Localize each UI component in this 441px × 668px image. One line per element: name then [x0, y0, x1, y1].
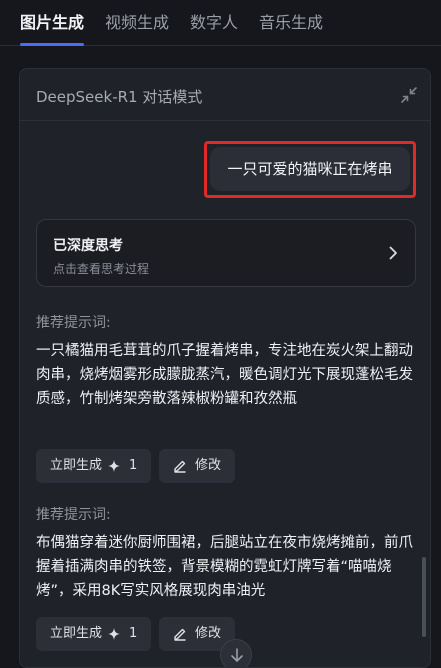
- tab-video-generation[interactable]: 视频生成: [105, 9, 169, 33]
- prompt-label: 推荐提示词:: [36, 507, 111, 523]
- tab-music-generation[interactable]: 音乐生成: [259, 9, 323, 33]
- generate-now-button[interactable]: 立即生成 1: [36, 449, 151, 483]
- generate-now-button[interactable]: 立即生成 1: [36, 617, 151, 651]
- panel-header: DeepSeek-R1 对话模式: [20, 69, 430, 121]
- generate-label: 立即生成: [50, 626, 103, 641]
- scroll-down-button[interactable]: [220, 639, 252, 667]
- deep-thinking-title: 已深度思考: [53, 238, 123, 254]
- chevron-down-icon: [231, 648, 243, 663]
- edit-label: 修改: [195, 626, 222, 641]
- pencil-icon: [174, 460, 186, 473]
- prompt-text: 布偶猫穿着迷你厨师围裙，后腿站立在夜市烧烤摊前，前爪握着插满肉串的铁签，背景模糊…: [36, 535, 413, 599]
- sparkle-icon: [108, 628, 120, 640]
- collapse-button[interactable]: [400, 86, 418, 104]
- credit-cost: 1: [129, 626, 138, 641]
- tab-image-generation[interactable]: 图片生成: [20, 9, 84, 33]
- generate-label: 立即生成: [50, 458, 103, 473]
- edit-label: 修改: [195, 458, 222, 473]
- edit-button[interactable]: 修改: [159, 449, 235, 483]
- active-tab-indicator: [20, 43, 84, 46]
- chat-panel: DeepSeek-R1 对话模式 一只可爱的猫咪正在烤串 已深度思考 点击查看思…: [19, 68, 431, 668]
- panel-title: DeepSeek-R1 对话模式: [36, 88, 203, 106]
- tab-digital-human[interactable]: 数字人: [190, 9, 238, 33]
- credit-cost: 1: [129, 458, 138, 473]
- deep-thinking-card[interactable]: 已深度思考 点击查看思考过程: [36, 219, 416, 287]
- tab-bar: 图片生成 视频生成 数字人 音乐生成: [0, 0, 441, 46]
- sparkle-icon: [108, 460, 120, 472]
- prompt-result-1: 推荐提示词: 一只橘猫用毛茸茸的爪子握着烤串，专注地在炭火架上翻动肉串，烧烤烟雾…: [36, 313, 416, 411]
- prompt-result-2: 推荐提示词: 布偶猫穿着迷你厨师围裙，后腿站立在夜市烧烤摊前，前爪握着插满肉串的…: [36, 505, 416, 603]
- chevron-right-icon: [389, 246, 397, 260]
- prompt-text: 一只橘猫用毛茸茸的爪子握着烤串，专注地在炭火架上翻动肉串，烧烤烟雾形成朦胧蒸汽，…: [36, 343, 413, 407]
- pencil-icon: [174, 628, 186, 641]
- deep-thinking-subtitle: 点击查看思考过程: [53, 262, 150, 276]
- collapse-arrows-icon: [401, 87, 417, 103]
- prompt-label: 推荐提示词:: [36, 315, 111, 331]
- user-message-bubble: 一只可爱的猫咪正在烤串: [210, 147, 410, 191]
- scrollbar-thumb[interactable]: [422, 557, 426, 637]
